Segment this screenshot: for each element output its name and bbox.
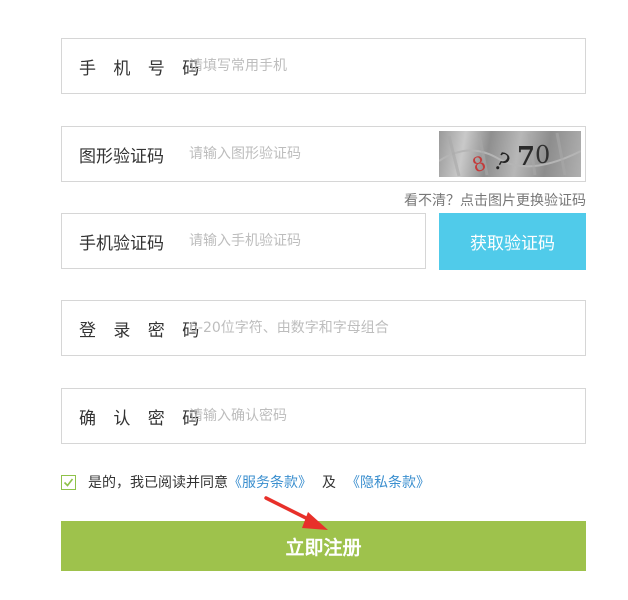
privacy-link[interactable]: 《隐私条款》 [346, 472, 430, 492]
svg-text:0: 0 [535, 141, 550, 169]
red-arrow-icon [264, 496, 328, 530]
confirm-password-input[interactable] [189, 401, 585, 431]
password-field: 登 录 密 码 [61, 300, 586, 356]
agreement-text: 是的，我已阅读并同意 [88, 475, 228, 491]
checkmark-icon [63, 478, 74, 487]
svg-text:?: ? [489, 147, 514, 177]
svg-text:7: 7 [517, 142, 535, 172]
phone-field: 手 机 号 码 [61, 38, 586, 94]
password-input[interactable] [189, 313, 585, 343]
captcha-refresh-link[interactable]: 看不清？点击图片更换验证码 [404, 190, 586, 210]
terms-link[interactable]: 《服务条款》 [228, 472, 312, 492]
phone-input[interactable] [189, 51, 585, 81]
phone-label: 手 机 号 码 [79, 58, 206, 79]
agreement-conjunction: 及 [322, 475, 336, 491]
captcha-image[interactable]: 8 ? 7 0 [439, 131, 581, 177]
sms-code-input[interactable] [189, 226, 425, 256]
password-label: 登 录 密 码 [79, 320, 206, 341]
agreement-row: 是的，我已阅读并同意 《服务条款》 及 《隐私条款》 [61, 472, 430, 492]
get-sms-code-button[interactable]: 获取验证码 [439, 213, 586, 270]
sms-code-label: 手机验证码 [79, 233, 164, 254]
captcha-label: 图形验证码 [79, 146, 164, 167]
captcha-field: 图形验证码 8 ? 7 0 [61, 126, 586, 182]
agreement-checkbox[interactable] [61, 474, 76, 490]
confirm-password-field: 确 认 密 码 [61, 388, 586, 444]
sms-code-field: 手机验证码 [61, 213, 426, 269]
confirm-password-label: 确 认 密 码 [79, 408, 206, 429]
